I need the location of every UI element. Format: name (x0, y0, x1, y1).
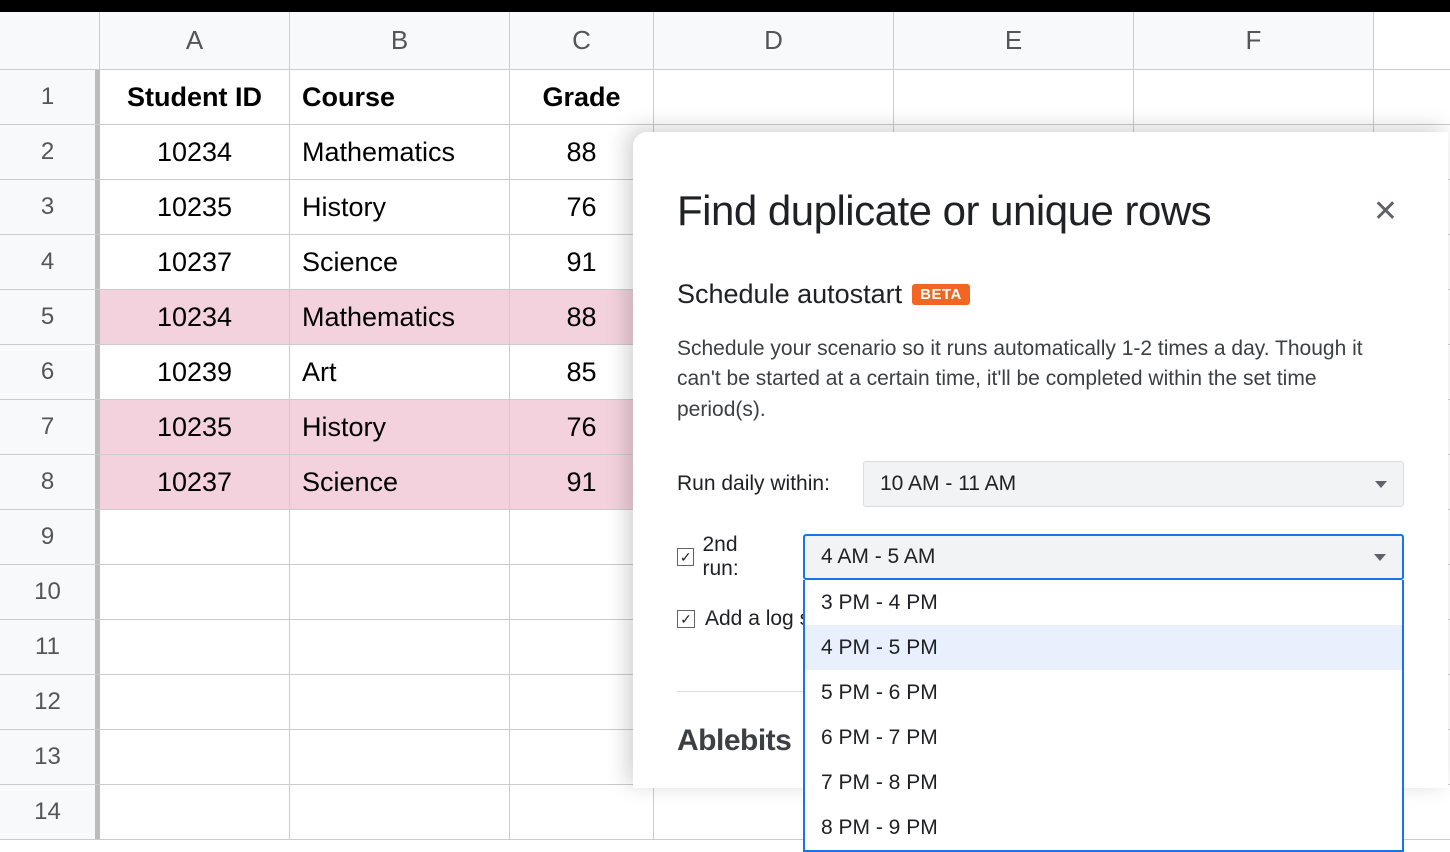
table-header-row: 1 Student ID Course Grade (0, 70, 1450, 125)
cell-empty[interactable] (654, 70, 894, 124)
cell-student-id[interactable]: 10235 (100, 180, 290, 234)
column-header-C[interactable]: C (510, 12, 654, 69)
row-header-1[interactable]: 1 (0, 70, 100, 124)
row-header-2[interactable]: 2 (0, 125, 100, 179)
run-daily-select[interactable]: 10 AM - 11 AM (863, 461, 1404, 507)
cell-course[interactable] (290, 565, 510, 619)
second-run-dropdown: 3 PM - 4 PM4 PM - 5 PM5 PM - 6 PM6 PM - … (803, 580, 1404, 852)
cell-empty[interactable] (894, 70, 1134, 124)
chevron-down-icon (1375, 481, 1387, 488)
cell-course[interactable]: Science (290, 455, 510, 509)
cell-student-id[interactable]: 10234 (100, 290, 290, 344)
cell-student-id[interactable] (100, 730, 290, 784)
cell-student-id[interactable]: 10234 (100, 125, 290, 179)
row-header-9[interactable]: 9 (0, 510, 100, 564)
column-header-B[interactable]: B (290, 12, 510, 69)
cell-grade[interactable] (510, 785, 654, 839)
cell-student-id[interactable]: 10235 (100, 400, 290, 454)
cell-student-id[interactable] (100, 785, 290, 839)
row-header-3[interactable]: 3 (0, 180, 100, 234)
chevron-down-icon (1374, 554, 1386, 561)
row-header-8[interactable]: 8 (0, 455, 100, 509)
panel-description: Schedule your scenario so it runs automa… (677, 334, 1404, 425)
dropdown-option[interactable]: 8 PM - 9 PM (805, 805, 1402, 850)
cell-course[interactable]: Science (290, 235, 510, 289)
run-daily-value: 10 AM - 11 AM (880, 472, 1016, 496)
cell-student-id[interactable]: 10239 (100, 345, 290, 399)
cell-course[interactable] (290, 785, 510, 839)
cell-course[interactable] (290, 675, 510, 729)
dropdown-option[interactable]: 4 PM - 5 PM (805, 625, 1402, 670)
row-header-13[interactable]: 13 (0, 730, 100, 784)
row-header-4[interactable]: 4 (0, 235, 100, 289)
column-header-F[interactable]: F (1134, 12, 1374, 69)
cell-course[interactable] (290, 510, 510, 564)
header-course[interactable]: Course (290, 70, 510, 124)
second-run-checkbox[interactable]: ✓ (677, 548, 694, 566)
header-grade[interactable]: Grade (510, 70, 654, 124)
cell-student-id[interactable] (100, 675, 290, 729)
log-sheet-checkbox[interactable]: ✓ (677, 610, 695, 628)
row-header-7[interactable]: 7 (0, 400, 100, 454)
select-all-corner[interactable] (0, 12, 100, 69)
panel-title: Find duplicate or unique rows (677, 187, 1211, 235)
dropdown-option[interactable]: 7 PM - 8 PM (805, 760, 1402, 805)
ablebits-logo: Ablebits (677, 724, 816, 758)
row-header-10[interactable]: 10 (0, 565, 100, 619)
row-header-11[interactable]: 11 (0, 620, 100, 674)
cell-student-id[interactable]: 10237 (100, 235, 290, 289)
column-header-row: A B C D E F (0, 12, 1450, 70)
cell-course[interactable]: Mathematics (290, 290, 510, 344)
second-run-label: 2nd run: (702, 533, 777, 581)
cell-course[interactable] (290, 730, 510, 784)
row-header-5[interactable]: 5 (0, 290, 100, 344)
cell-course[interactable]: Art (290, 345, 510, 399)
window-top-bar (0, 0, 1450, 12)
column-header-A[interactable]: A (100, 12, 290, 69)
cell-course[interactable] (290, 620, 510, 674)
dropdown-option[interactable]: 5 PM - 6 PM (805, 670, 1402, 715)
cell-student-id[interactable] (100, 620, 290, 674)
second-run-select[interactable]: 4 AM - 5 AM (803, 534, 1404, 580)
dropdown-option[interactable]: 6 PM - 7 PM (805, 715, 1402, 760)
close-icon[interactable]: ✕ (1367, 188, 1404, 235)
cell-student-id[interactable]: 10237 (100, 455, 290, 509)
cell-empty[interactable] (1134, 70, 1374, 124)
second-run-value: 4 AM - 5 AM (821, 545, 935, 569)
find-duplicates-panel: Find duplicate or unique rows ✕ Schedule… (633, 132, 1448, 788)
column-header-D[interactable]: D (654, 12, 894, 69)
row-header-6[interactable]: 6 (0, 345, 100, 399)
cell-course[interactable]: History (290, 180, 510, 234)
cell-student-id[interactable] (100, 510, 290, 564)
column-header-E[interactable]: E (894, 12, 1134, 69)
header-student-id[interactable]: Student ID (100, 70, 290, 124)
cell-course[interactable]: Mathematics (290, 125, 510, 179)
cell-course[interactable]: History (290, 400, 510, 454)
run-daily-label: Run daily within: (677, 472, 837, 496)
dropdown-option[interactable]: 3 PM - 4 PM (805, 580, 1402, 625)
second-run-label-wrap: ✓ 2nd run: (677, 533, 777, 581)
beta-badge: BETA (912, 284, 970, 305)
row-header-14[interactable]: 14 (0, 785, 100, 839)
row-header-12[interactable]: 12 (0, 675, 100, 729)
panel-subtitle: Schedule autostart (677, 279, 902, 310)
cell-student-id[interactable] (100, 565, 290, 619)
